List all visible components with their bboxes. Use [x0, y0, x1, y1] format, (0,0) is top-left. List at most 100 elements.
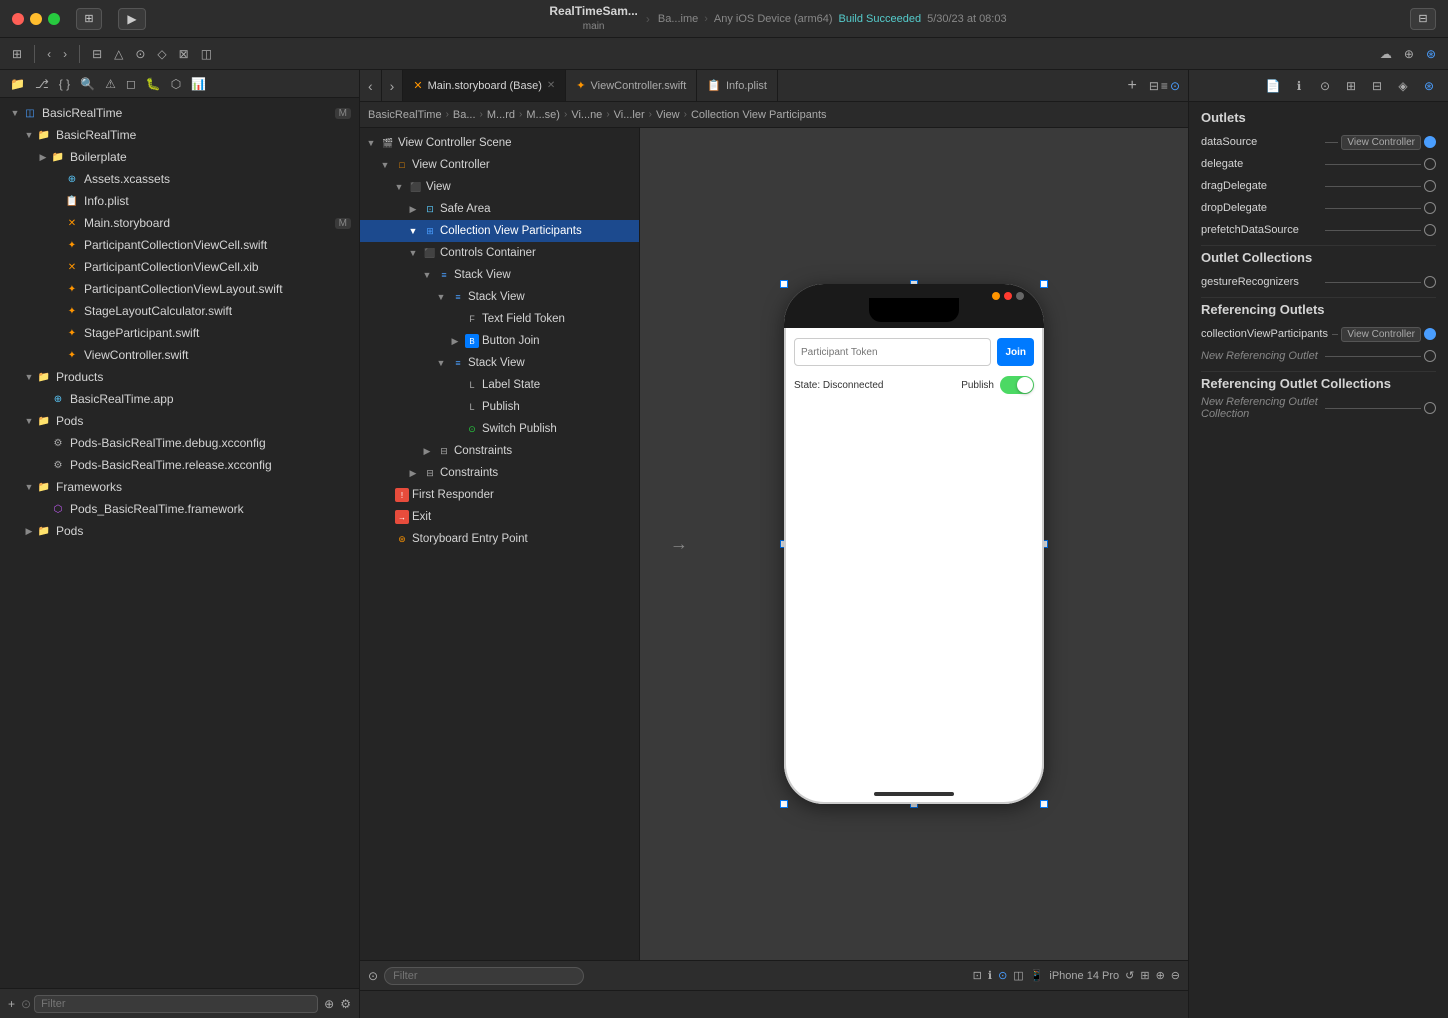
scene-item-label-state[interactable]: L Label State	[360, 374, 639, 396]
scene-item-first-responder[interactable]: ! First Responder	[360, 484, 639, 506]
outlet-circle-new-ref-col[interactable]	[1424, 402, 1436, 414]
right-icon-history[interactable]: ⊙	[1314, 75, 1336, 97]
issues-btn[interactable]: △	[110, 45, 127, 63]
outlet-circle-delegate[interactable]	[1424, 158, 1436, 170]
filter-settings-icon[interactable]: ⚙	[340, 997, 351, 1011]
outlet-circle-new-ref[interactable]	[1424, 350, 1436, 362]
reports-icon[interactable]: 📊	[189, 75, 208, 93]
handle-top-left[interactable]	[780, 280, 788, 288]
handle-bot-right[interactable]	[1040, 800, 1048, 808]
tree-item-participantlayout-swift[interactable]: ✦ ParticipantCollectionViewLayout.swift	[0, 278, 359, 300]
tests-icon[interactable]: ◻	[124, 75, 138, 93]
canvas-icon-3[interactable]: ⊙	[998, 969, 1007, 982]
minimize-button[interactable]	[30, 13, 42, 25]
sidebar-toggle-button[interactable]: ⊞	[76, 8, 102, 30]
outlet-circle-datasource[interactable]	[1424, 136, 1436, 148]
library-btn[interactable]: ⊕	[1400, 45, 1418, 63]
right-icon-alt[interactable]: ◈	[1392, 75, 1414, 97]
tree-item-boilerplate[interactable]: ▶ 📁 Boilerplate	[0, 146, 359, 168]
search-sidebar-icon[interactable]: 🔍	[78, 75, 97, 93]
sidebar-filter-input[interactable]	[34, 995, 318, 1013]
tab-main-storyboard[interactable]: ✕ Main.storyboard (Base) ✕	[403, 70, 566, 101]
close-button[interactable]	[12, 13, 24, 25]
tree-item-app[interactable]: ⊕ BasicRealTime.app	[0, 388, 359, 410]
scene-item-vc[interactable]: ▼ □ View Controller	[360, 154, 639, 176]
tab-forward-btn[interactable]: ›	[382, 70, 404, 101]
scene-item-textfield[interactable]: F Text Field Token	[360, 308, 639, 330]
symbols-icon[interactable]: { }	[57, 75, 72, 93]
back-btn[interactable]: ‹	[43, 45, 55, 63]
diff-btn[interactable]: ⊠	[175, 45, 193, 63]
scene-item-view[interactable]: ▼ ⬛ View	[360, 176, 639, 198]
right-icon-attrs[interactable]: ⊞	[1340, 75, 1362, 97]
debug-icon[interactable]: 🐛	[144, 75, 163, 93]
canvas-icon-6[interactable]: ↺	[1125, 969, 1134, 982]
right-icon-file[interactable]: 📄	[1262, 75, 1284, 97]
issues-sidebar-icon[interactable]: ⚠	[103, 75, 118, 93]
canvas-icon-2[interactable]: ℹ	[988, 969, 992, 982]
canvas-filter-input[interactable]	[384, 967, 584, 985]
scene-item-safearea[interactable]: ▶ ⊡ Safe Area	[360, 198, 639, 220]
tree-item-basicrealtime-group[interactable]: ▼ 📁 BasicRealTime	[0, 124, 359, 146]
right-sidebar-toggle[interactable]: ⊟	[1410, 8, 1436, 30]
filter-options-icon[interactable]: ⊕	[324, 997, 334, 1011]
scene-item-stackview2[interactable]: ▼ ≡ Stack View	[360, 286, 639, 308]
breadcrumb-vine[interactable]: Vi...ne	[571, 109, 602, 121]
inspector-btn[interactable]: ⊛	[1422, 45, 1440, 63]
scene-item-vc-scene[interactable]: ▼ 🎬 View Controller Scene	[360, 132, 639, 154]
tree-item-pods-group[interactable]: ▼ 📁 Pods	[0, 410, 359, 432]
tree-item-pods-collapsed[interactable]: ▶ 📁 Pods	[0, 520, 359, 542]
tab-back-btn[interactable]: ‹	[360, 70, 382, 101]
breakpoint-btn[interactable]: ◇	[153, 45, 170, 63]
breadcrumb-viler[interactable]: Vi...ler	[614, 109, 645, 121]
tab-viewcontroller-swift[interactable]: ✦ ViewController.swift	[566, 70, 697, 101]
token-input[interactable]	[794, 338, 991, 366]
inspector-toggle-btn[interactable]: ⊙	[1170, 79, 1180, 93]
tree-item-framework[interactable]: ⬡ Pods_BasicRealTime.framework	[0, 498, 359, 520]
outlet-circle-cv[interactable]	[1424, 328, 1436, 340]
tree-item-stageparticipant-swift[interactable]: ✦ StageParticipant.swift	[0, 322, 359, 344]
canvas-zoom-in[interactable]: ⊕	[1156, 969, 1165, 982]
tree-item-infoplist[interactable]: 📋 Info.plist	[0, 190, 359, 212]
tree-item-participantcollection-swift[interactable]: ✦ ParticipantCollectionViewCell.swift	[0, 234, 359, 256]
outlet-circle-dropdelegate[interactable]	[1424, 202, 1436, 214]
split-editor-btn[interactable]: ⊟	[1149, 79, 1159, 93]
tree-item-basicrealtime-project[interactable]: ▼ ◫ BasicRealTime M	[0, 102, 359, 124]
breakpoints-icon[interactable]: ⬡	[169, 75, 183, 93]
run-button[interactable]: ▶	[118, 8, 146, 30]
folder-icon[interactable]: 📁	[8, 75, 27, 93]
toggle-switch[interactable]	[1000, 376, 1034, 394]
tree-item-stagelayout-swift[interactable]: ✦ StageLayoutCalculator.swift	[0, 300, 359, 322]
right-icon-size[interactable]: ⊟	[1366, 75, 1388, 97]
scene-item-entrypoint[interactable]: ⊛ Storyboard Entry Point	[360, 528, 639, 550]
tree-item-assets[interactable]: ⊕ Assets.xcassets	[0, 168, 359, 190]
scene-item-exit[interactable]: → Exit	[360, 506, 639, 528]
handle-bot-left[interactable]	[780, 800, 788, 808]
maximize-button[interactable]	[48, 13, 60, 25]
canvas-zoom-out[interactable]: ⊖	[1171, 969, 1180, 982]
editor-grid-btn[interactable]: ⊞	[8, 45, 26, 63]
canvas-icon-1[interactable]: ⊡	[973, 969, 982, 982]
scene-item-stackview1[interactable]: ▼ ≡ Stack View	[360, 264, 639, 286]
breadcrumb-basicrealtime[interactable]: BasicRealTime	[368, 109, 442, 121]
breadcrumb-mse[interactable]: M...se)	[526, 109, 560, 121]
scene-item-switch-publish[interactable]: ⊙ Switch Publish	[360, 418, 639, 440]
tree-item-mainstoryboard[interactable]: ✕ Main.storyboard M	[0, 212, 359, 234]
tree-item-pods-debug[interactable]: ⚙ Pods-BasicRealTime.debug.xcconfig	[0, 432, 359, 454]
scene-item-stackview3[interactable]: ▼ ≡ Stack View	[360, 352, 639, 374]
breadcrumb-collection-view[interactable]: Collection View Participants	[691, 109, 827, 121]
scene-item-controls-container[interactable]: ▼ ⬛ Controls Container	[360, 242, 639, 264]
outlet-circle-prefetch[interactable]	[1424, 224, 1436, 236]
outlet-circle-dragdelegate[interactable]	[1424, 180, 1436, 192]
canvas-area[interactable]: →	[640, 128, 1188, 960]
source-control-icon[interactable]: ⎇	[33, 75, 51, 93]
editor-options-btn[interactable]: ≡	[1161, 79, 1168, 93]
breadcrumb-mrd[interactable]: M...rd	[487, 109, 515, 121]
tree-item-participantcollection-xib[interactable]: ✕ ParticipantCollectionViewCell.xib	[0, 256, 359, 278]
scene-item-constraints1[interactable]: ▶ ⊟ Constraints	[360, 440, 639, 462]
scene-item-collection-view[interactable]: ▼ ⊞ Collection View Participants	[360, 220, 639, 242]
scene-item-label-publish[interactable]: L Publish	[360, 396, 639, 418]
breadcrumb-ba[interactable]: Ba...	[453, 109, 476, 121]
join-button[interactable]: Join	[997, 338, 1034, 366]
tab-infoplist[interactable]: 📋 Info.plist	[697, 70, 778, 101]
